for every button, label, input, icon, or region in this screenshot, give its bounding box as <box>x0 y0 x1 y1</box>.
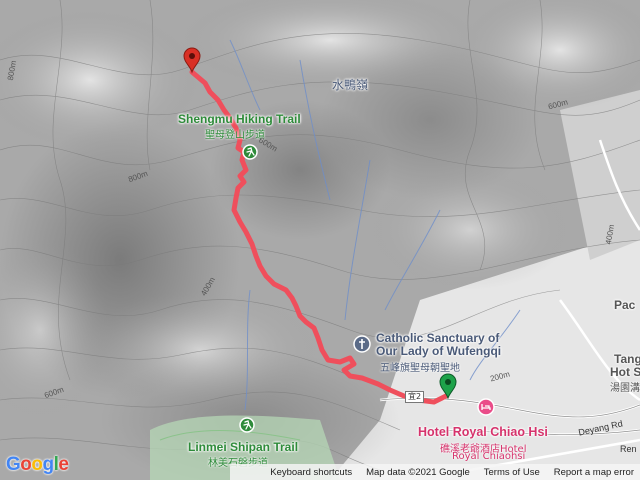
place-label-shuiyaling: 水鴨嶺 <box>332 78 369 92</box>
edge-label-pac: Pac <box>614 298 636 312</box>
report-map-error-link[interactable]: Report a map error <box>554 467 634 478</box>
sanctuary-label-line1[interactable]: Catholic Sanctuary of <box>376 331 499 345</box>
map-footer: Keyboard shortcuts Map data ©2021 Google… <box>230 464 640 480</box>
logo-letter: o <box>31 454 43 475</box>
google-logo[interactable]: Google <box>6 454 69 476</box>
keyboard-shortcuts-link[interactable]: Keyboard shortcuts <box>270 467 352 478</box>
logo-letter: G <box>6 454 21 475</box>
edge-label-tang: Tang <box>614 352 640 366</box>
terms-of-use-link[interactable]: Terms of Use <box>484 467 540 478</box>
road-label-ren: Ren <box>620 444 637 454</box>
sanctuary-label-line2[interactable]: Our Lady of Wufengqi <box>376 344 501 358</box>
hotel-label-en2: Royal Chiaohsi <box>452 451 526 462</box>
logo-letter: o <box>20 454 32 475</box>
route-shield: 宜2 <box>405 391 425 403</box>
church-icon[interactable] <box>353 335 371 353</box>
hotel-label[interactable]: Hotel Royal Chiao Hsi <box>418 425 548 439</box>
hiking-icon[interactable] <box>242 144 258 160</box>
terrain-map[interactable] <box>0 0 640 480</box>
hotel-bed-icon[interactable] <box>477 398 495 416</box>
logo-letter: e <box>58 454 69 475</box>
linmei-trail-label[interactable]: Linmei Shipan Trail <box>188 440 298 454</box>
trailhead-label[interactable]: Shengmu Hiking Trail <box>178 112 301 126</box>
trailhead-label-zh: 聖母登山步道 <box>205 130 265 141</box>
edge-label-tang-zh: 湯園溝 <box>610 383 640 394</box>
logo-letter: g <box>42 454 55 475</box>
hiking-icon[interactable] <box>239 417 255 433</box>
map-data-attribution: Map data ©2021 Google <box>366 466 470 478</box>
sanctuary-label-zh: 五峰旗聖母朝聖地 <box>380 363 460 374</box>
edge-label-hot-s: Hot S <box>610 365 640 379</box>
